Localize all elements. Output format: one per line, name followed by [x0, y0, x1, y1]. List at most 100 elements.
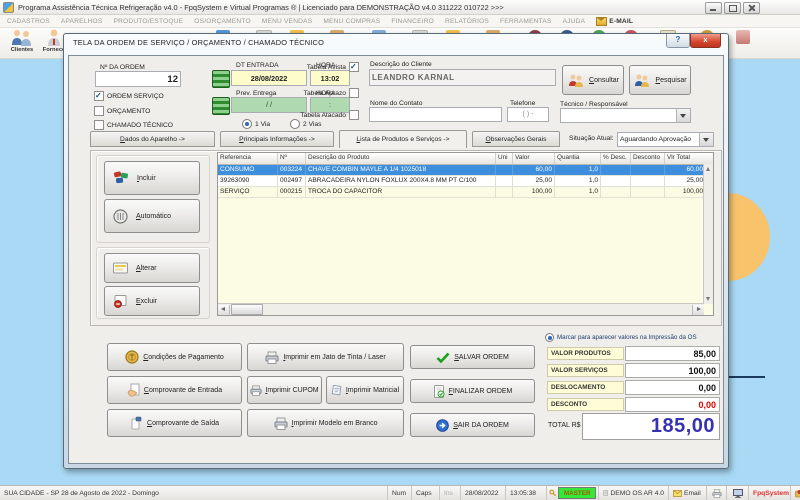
menu-cadastros[interactable]: CADASTROS [7, 18, 50, 25]
incluir-button[interactable]: Incluir [104, 161, 200, 195]
toolbar-icon[interactable] [736, 30, 750, 44]
col-quantia[interactable]: Quantia [555, 153, 601, 164]
menu-produto-estoque[interactable]: PRODUTO/ESTOQUE [113, 18, 183, 25]
chamado-tecnico-checkbox[interactable]: CHAMADO TÉCNICO [94, 120, 173, 130]
menu-os-orcamento[interactable]: OS/ORÇAMENTO [194, 18, 251, 25]
status-email[interactable]: Email [669, 486, 707, 500]
status-ins: Ins [440, 486, 461, 500]
delete-icon [113, 295, 128, 308]
nome-contato-input[interactable] [369, 107, 502, 122]
tabela-aprazo-checkbox[interactable]: Tabela Aprazo [264, 88, 359, 98]
orcamento-checkbox[interactable]: ORÇAMENTO [94, 106, 150, 116]
maximize-button[interactable] [724, 2, 741, 14]
col-desconto[interactable]: Desconto [631, 153, 665, 164]
scroll-right-icon[interactable] [692, 305, 704, 315]
alterar-button[interactable]: Alterar [104, 253, 200, 283]
grid-header: Referencia Nº Descrição do Produto Uni V… [218, 153, 713, 165]
calendar-picker-button-2[interactable] [212, 97, 230, 115]
via2-radio[interactable]: 2 Vias [290, 119, 321, 129]
automatico-button[interactable]: Automático [104, 199, 200, 233]
num-ordem-input[interactable]: 12 [95, 71, 181, 87]
close-button[interactable] [743, 2, 760, 14]
col-valor[interactable]: Valor [513, 153, 555, 164]
tabela-atacado-checkbox[interactable]: Tabela Atacado [264, 110, 359, 120]
pesquisar-button[interactable]: Pesquisar [629, 65, 691, 95]
email-icon [673, 490, 682, 497]
status-time: 13:05:38 [506, 486, 547, 500]
radio-icon [242, 119, 252, 129]
menu-email[interactable]: E-MAIL [596, 17, 633, 26]
comprovante-entrada-button[interactable]: Comprovante de Entrada [107, 376, 242, 404]
imprimir-matricial-button[interactable]: Imprimir Matricial [326, 376, 404, 404]
green-check-icon [436, 352, 450, 363]
cliente-input[interactable]: LEANDRO KARNAL [369, 69, 556, 86]
menu-aparelhos[interactable]: APARELHOS [61, 18, 103, 25]
dialog-close-button[interactable] [690, 34, 721, 48]
dt-entrada-input[interactable]: 28/08/2022 [231, 70, 307, 86]
col-vlr-total[interactable]: Vlr Total [665, 153, 706, 164]
excluir-button[interactable]: Excluir [104, 286, 200, 316]
imprimir-jato-button[interactable]: Imprimir em Jato de Tinta / Laser [247, 343, 404, 371]
tabela-avista-checkbox[interactable]: Tabela Avista [264, 62, 359, 72]
menu-ajuda[interactable]: AJUDA [563, 18, 586, 25]
deslocamento-label: DESLOCAMENTO [547, 381, 624, 394]
menu-vendas[interactable]: MENU VENDAS [262, 18, 313, 25]
table-row[interactable]: CONSUMO 003224 CHAVE COMBIN MAYLE A 1/4 … [218, 165, 713, 176]
valor-produtos-value[interactable]: 85,00 [625, 346, 720, 361]
menu-compras[interactable]: MENU COMPRAS [323, 18, 380, 25]
comprovante-saida-button[interactable]: Comprovante de Saída [107, 409, 242, 437]
dialog-help-button[interactable] [666, 34, 690, 48]
imprimir-cupom-button[interactable]: Imprimir CUPOM [247, 376, 322, 404]
horizontal-scrollbar[interactable] [218, 303, 704, 315]
tab-lista-produtos-servicos[interactable]: Lista de Produtos e Serviços -> [339, 130, 467, 148]
scroll-thumb[interactable] [231, 304, 263, 315]
calendar-picker-button[interactable] [212, 70, 230, 88]
valor-servicos-label: VALOR SERVIÇOS [547, 364, 624, 377]
telefone-input[interactable]: ( ) - [507, 107, 549, 122]
col-perc-desc[interactable]: % Desc. [601, 153, 631, 164]
finalizar-ordem-button[interactable]: FINALIZAR ORDEM [410, 379, 535, 403]
menu-relatorios[interactable]: RELATÓRIOS [445, 18, 489, 25]
table-row[interactable]: SERVIÇO 000215 TROCA DO CAPACITOR 100,00… [218, 187, 713, 198]
minimize-button[interactable] [705, 2, 722, 14]
status-monitor[interactable] [727, 486, 749, 500]
status-printer[interactable] [707, 486, 727, 500]
col-descricao[interactable]: Descrição do Produto [306, 153, 496, 164]
tab-dados-aparelho[interactable]: Dados do Aparelho -> [90, 131, 215, 147]
scroll-left-icon[interactable] [218, 305, 230, 315]
consultar-button[interactable]: Consultar [562, 65, 624, 95]
printer-icon [250, 385, 262, 396]
tab-principais-informacoes[interactable]: Principais Informações -> [220, 131, 334, 147]
table-row[interactable]: 39263090 002497 ABRACADEIRA NYLON FOXLUX… [218, 176, 713, 187]
checkbox-icon [349, 88, 359, 98]
sair-ordem-button[interactable]: SAIR DA ORDEM [410, 413, 535, 437]
nome-contato-label: Nome do Contato [370, 100, 422, 107]
service-order-window: TELA DA ORDEM DE SERVIÇO / ORÇAMENTO / C… [63, 33, 729, 469]
menu-ferramentas[interactable]: FERRAMENTAS [500, 18, 552, 25]
col-numero[interactable]: Nº [278, 153, 306, 164]
window-title: Programa Assistência Técnica Refrigeraçã… [18, 3, 504, 12]
telefone-label: Telefone [510, 100, 535, 107]
situacao-combobox[interactable]: Aguardando Aprovação [617, 132, 714, 147]
via1-radio[interactable]: 1 Via [242, 119, 270, 129]
tab-observacoes-gerais[interactable]: Observações Gerais [472, 131, 560, 147]
products-grid: Referencia Nº Descrição do Produto Uni V… [217, 152, 714, 316]
ordem-servico-checkbox[interactable]: ORDEM SERVIÇO [94, 91, 164, 101]
finalize-doc-icon [433, 385, 445, 398]
chevron-down-icon[interactable] [676, 109, 690, 122]
toolbar-clientes-button[interactable]: Clientes [6, 29, 38, 57]
salvar-ordem-button[interactable]: SALVAR ORDEM [410, 345, 535, 369]
deslocamento-value[interactable]: 0,00 [625, 380, 720, 395]
condicoes-pagamento-button[interactable]: Condições de Pagamento [107, 343, 242, 371]
hora-entrada-input[interactable]: 13:02 [310, 70, 350, 86]
tecnico-combobox[interactable] [560, 108, 691, 123]
vertical-scrollbar[interactable] [703, 164, 713, 304]
col-uni[interactable]: Uni [496, 153, 513, 164]
marcar-impressao-radio[interactable]: Marcar para aparecer valores na Impressã… [545, 333, 697, 342]
col-referencia[interactable]: Referencia [218, 153, 278, 164]
chevron-down-icon[interactable] [699, 133, 713, 146]
valor-servicos-value[interactable]: 100,00 [625, 363, 720, 378]
imprimir-modelo-branco-button[interactable]: Imprimir Modelo em Branco [247, 409, 404, 437]
desconto-value[interactable]: 0,00 [625, 397, 720, 412]
menu-financeiro[interactable]: FINANCEIRO [391, 18, 434, 25]
